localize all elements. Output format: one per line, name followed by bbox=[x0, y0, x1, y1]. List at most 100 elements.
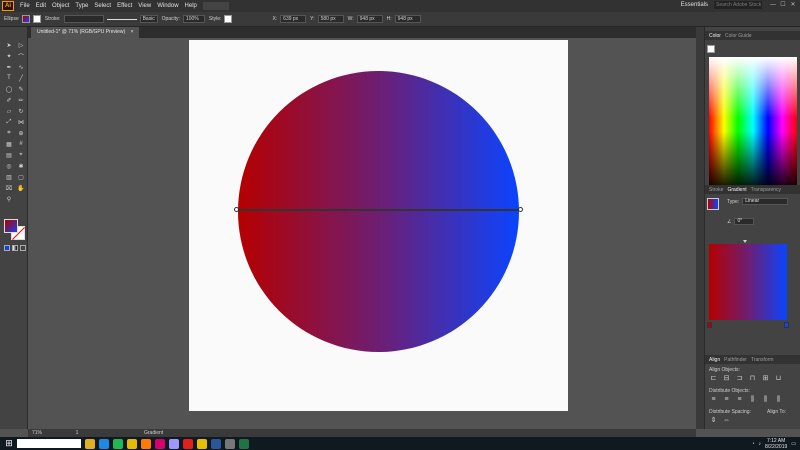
slice-tool-icon[interactable]: ⌧ bbox=[4, 184, 14, 192]
y-field[interactable]: 580 px bbox=[317, 15, 344, 23]
taskbar-app-10[interactable] bbox=[225, 438, 235, 449]
curvature-tool-icon[interactable]: ∿ bbox=[16, 63, 26, 71]
width-tool-icon[interactable]: ⋈ bbox=[16, 118, 26, 126]
gradient-stop-end[interactable] bbox=[784, 322, 789, 328]
menu-select[interactable]: Select bbox=[94, 3, 111, 9]
shape-builder-tool-icon[interactable]: ⊕ bbox=[16, 129, 26, 137]
tab-color-guide[interactable]: Color Guide bbox=[725, 33, 752, 39]
taskbar-app-5[interactable] bbox=[155, 438, 165, 449]
blend-tool-icon[interactable]: ◎ bbox=[4, 162, 14, 170]
zoom-level[interactable]: 71% bbox=[32, 430, 52, 436]
align-right-icon[interactable]: ⊐ bbox=[735, 375, 744, 383]
distribute-hspace-icon[interactable]: ⇔ bbox=[722, 417, 731, 425]
menu-effect[interactable]: Effect bbox=[117, 3, 132, 9]
graphic-style-swatch[interactable] bbox=[224, 15, 233, 23]
eyedropper-tool-icon[interactable]: ⌖ bbox=[16, 151, 26, 159]
scale-tool-icon[interactable]: ⤢ bbox=[4, 118, 14, 126]
w-field[interactable]: 948 px bbox=[356, 15, 383, 23]
close-button[interactable]: ✕ bbox=[788, 1, 798, 9]
align-bottom-icon[interactable]: ⊔ bbox=[774, 375, 783, 383]
gradient-tool-icon[interactable]: ▤ bbox=[4, 151, 14, 159]
fill-stroke-widget[interactable] bbox=[4, 219, 26, 241]
gradient-type-select[interactable]: Linear bbox=[742, 198, 789, 205]
mesh-tool-icon[interactable]: # bbox=[16, 140, 26, 148]
taskbar-app-1[interactable] bbox=[99, 438, 109, 449]
gradient-annotator[interactable] bbox=[234, 207, 523, 212]
tab-color[interactable]: Color bbox=[709, 33, 721, 39]
align-vcenter-icon[interactable]: ⊞ bbox=[761, 375, 770, 383]
stroke-swatch[interactable] bbox=[32, 15, 41, 23]
magic-wand-tool-icon[interactable]: ✦ bbox=[4, 52, 14, 60]
align-hcenter-icon[interactable]: ⊟ bbox=[722, 375, 731, 383]
taskbar-app-7[interactable] bbox=[183, 438, 193, 449]
taskbar-app-0[interactable] bbox=[85, 438, 95, 449]
minimize-button[interactable]: — bbox=[768, 1, 778, 9]
volume-icon[interactable]: ♪ bbox=[759, 441, 762, 447]
menu-type[interactable]: Type bbox=[75, 3, 88, 9]
type-tool-icon[interactable]: T bbox=[4, 74, 14, 82]
tab-align[interactable]: Align bbox=[709, 357, 720, 363]
distribute-hcenter-icon[interactable]: ⫼ bbox=[761, 396, 770, 404]
gradient-angle-field[interactable]: 0° bbox=[734, 218, 755, 225]
align-top-icon[interactable]: ⊓ bbox=[748, 375, 757, 383]
opacity-field[interactable]: 100% bbox=[182, 15, 205, 23]
color-fill-swatch[interactable] bbox=[707, 45, 715, 53]
color-spectrum[interactable] bbox=[709, 57, 797, 192]
gradient-midpoint-icon[interactable] bbox=[743, 240, 747, 243]
taskbar-search-box[interactable] bbox=[17, 439, 81, 448]
ellipse-tool-icon[interactable]: ◯ bbox=[4, 85, 14, 93]
gradient-circle[interactable] bbox=[238, 71, 519, 352]
tab-transform[interactable]: Transform bbox=[751, 357, 774, 363]
close-tab-icon[interactable]: × bbox=[131, 29, 134, 35]
menu-help[interactable]: Help bbox=[185, 3, 197, 9]
artboard[interactable] bbox=[189, 40, 568, 411]
menu-view[interactable]: View bbox=[138, 3, 151, 9]
paintbrush-tool-icon[interactable]: ✎ bbox=[16, 85, 26, 93]
stroke-weight-field[interactable] bbox=[63, 15, 104, 23]
canvas-area[interactable] bbox=[28, 38, 696, 429]
align-left-icon[interactable]: ⊏ bbox=[709, 375, 718, 383]
tab-pathfinder[interactable]: Pathfinder bbox=[724, 357, 747, 363]
maximize-button[interactable]: ☐ bbox=[778, 1, 788, 9]
taskbar-app-3[interactable] bbox=[127, 438, 137, 449]
tab-transparency[interactable]: Transparency bbox=[751, 187, 781, 193]
distribute-bottom-icon[interactable]: ≡ bbox=[735, 396, 744, 404]
notifications-icon[interactable]: ▭ bbox=[791, 441, 796, 447]
distribute-left-icon[interactable]: ⫼ bbox=[748, 396, 757, 404]
taskbar-app-2[interactable] bbox=[113, 438, 123, 449]
taskbar-app-8[interactable] bbox=[197, 438, 207, 449]
direct-selection-tool-icon[interactable]: ▷ bbox=[16, 41, 26, 49]
line-tool-icon[interactable]: ╱ bbox=[16, 74, 26, 82]
x-field[interactable]: 639 px bbox=[280, 15, 307, 23]
artboard-number[interactable]: 1 bbox=[70, 430, 84, 436]
tab-stroke[interactable]: Stroke bbox=[709, 187, 723, 193]
h-field[interactable]: 948 px bbox=[394, 15, 421, 23]
zoom-tool-icon[interactable]: ⚲ bbox=[4, 195, 14, 203]
distribute-top-icon[interactable]: ≡ bbox=[709, 396, 718, 404]
stroke-style-select[interactable]: Basic bbox=[139, 15, 158, 23]
distribute-right-icon[interactable]: ⫼ bbox=[774, 396, 783, 404]
tab-gradient[interactable]: Gradient bbox=[727, 187, 746, 193]
windows-start-icon[interactable]: ⊞ bbox=[3, 439, 15, 448]
bridge-icon[interactable] bbox=[202, 2, 229, 10]
menu-edit[interactable]: Edit bbox=[36, 3, 46, 9]
symbol-sprayer-tool-icon[interactable]: ✱ bbox=[16, 162, 26, 170]
taskbar-app-4[interactable] bbox=[141, 438, 151, 449]
gradient-ramp[interactable] bbox=[709, 244, 787, 320]
gradient-origin-handle[interactable] bbox=[234, 207, 239, 212]
menu-object[interactable]: Object bbox=[52, 3, 69, 9]
pen-tool-icon[interactable]: ✒ bbox=[4, 63, 14, 71]
gradient-stop-start[interactable] bbox=[707, 322, 712, 328]
distribute-vspace-icon[interactable]: ⇕ bbox=[709, 417, 718, 425]
artboard-tool-icon[interactable]: ▢ bbox=[16, 173, 26, 181]
perspective-grid-tool-icon[interactable]: ▦ bbox=[4, 140, 14, 148]
taskbar-app-11[interactable] bbox=[239, 438, 249, 449]
taskbar-clock[interactable]: 7:12 AM 8/22/2019 bbox=[765, 438, 787, 450]
menu-file[interactable]: File bbox=[20, 3, 30, 9]
taskbar-app-9[interactable] bbox=[211, 438, 221, 449]
lasso-tool-icon[interactable]: ⌒ bbox=[16, 52, 26, 61]
fill-box[interactable] bbox=[4, 219, 18, 233]
distribute-vcenter-icon[interactable]: ≡ bbox=[722, 396, 731, 404]
menu-window[interactable]: Window bbox=[157, 3, 178, 9]
selection-tool-icon[interactable]: ➤ bbox=[4, 41, 14, 49]
